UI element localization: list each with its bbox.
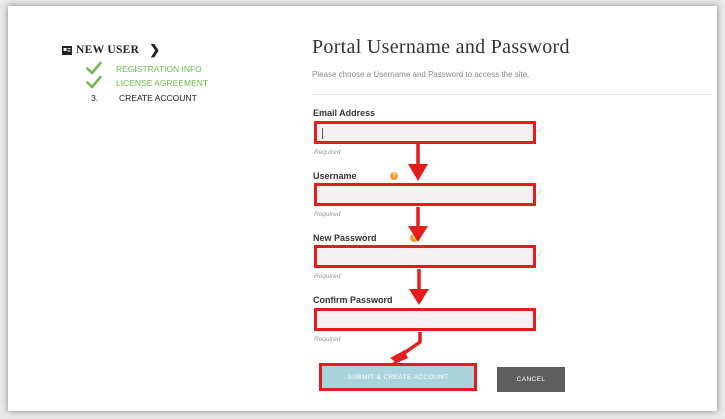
arrow-down-icon [408,164,428,181]
validation-check-icon: ✓ [536,125,545,136]
arrow-down-left-icon [390,349,407,362]
username-required-hint: Required [314,211,341,218]
step-registration-info: REGISTRATION INFO [86,61,202,75]
new-password-field[interactable] [314,245,536,268]
step-number: 3. [91,93,99,103]
email-field[interactable] [314,121,536,144]
text-caret [322,128,323,139]
chevron-right-icon: ❯ [149,42,161,57]
new-password-label: New Password [313,233,377,243]
cancel-button[interactable]: CANCEL [497,367,565,392]
username-field[interactable] [314,183,536,206]
confirm-password-label: Confirm Password [313,295,393,305]
check-icon [86,75,102,89]
submit-create-account-button[interactable]: SUBMIT & CREATE ACCOUNT [325,369,471,385]
help-icon[interactable]: ? [410,234,418,242]
step-label: REGISTRATION INFO [116,64,202,74]
divider [312,94,712,95]
arrow-down-icon [409,289,429,305]
username-label: Username [313,171,357,181]
id-card-icon [62,45,72,55]
new-user-header: NEW USER ❯ [62,42,160,58]
step-create-account: 3. CREATE ACCOUNT [91,93,197,103]
confirm-password-required-hint: Required [314,336,341,343]
new-user-title: NEW USER [76,44,140,56]
step-license-agreement: LICENSE AGREEMENT [86,75,209,89]
help-icon[interactable]: ? [390,172,398,180]
registration-window: NEW USER ❯ REGISTRATION INFO LICENSE AGR… [8,6,717,411]
check-icon [86,61,102,75]
step-label: CREATE ACCOUNT [119,93,197,103]
validation-check-icon: ✓ [536,187,545,198]
page-title: Portal Username and Password [312,36,570,58]
page-subtitle: Please choose a Username and Password to… [312,70,530,79]
validation-check-icon: ✓ [536,249,545,260]
confirm-password-field[interactable] [314,308,536,331]
email-required-hint: Required [314,149,341,156]
step-label: LICENSE AGREEMENT [116,78,209,88]
email-label: Email Address [313,108,376,118]
submit-highlight: SUBMIT & CREATE ACCOUNT [319,363,477,391]
new-password-required-hint: Required [314,273,341,280]
validation-check-icon: ✓ [536,312,545,323]
